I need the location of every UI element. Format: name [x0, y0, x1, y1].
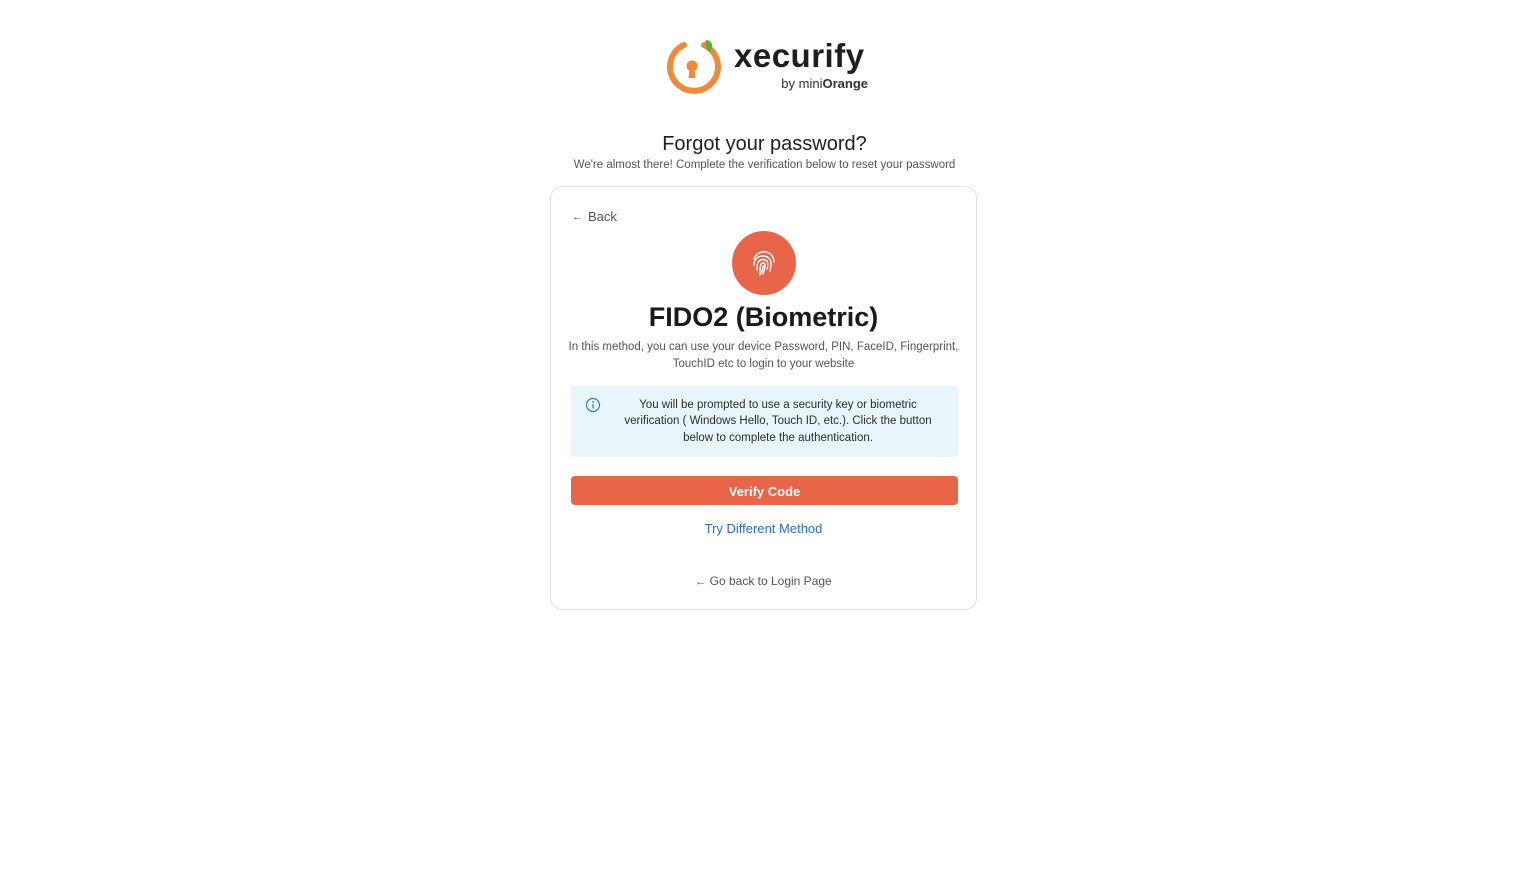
page-title: Forgot your password?	[662, 133, 867, 155]
page: xecurify by miniOrange Forgot your passw…	[0, 0, 1529, 871]
logo-by-text: by mini	[781, 76, 823, 91]
info-icon	[585, 397, 601, 413]
xecurify-logo: xecurify by miniOrange	[662, 34, 872, 98]
fingerprint-icon	[753, 251, 775, 276]
keyhole-logo-icon	[667, 40, 721, 94]
try-different-method-link[interactable]: Try Different Method	[551, 521, 976, 537]
back-label: Back	[588, 209, 617, 224]
arrow-left-icon: ←	[695, 576, 707, 588]
page-subtitle: We're almost there! Complete the verific…	[573, 159, 956, 171]
method-title: FIDO2 (Biometric)	[648, 302, 879, 332]
arrow-left-icon: ←	[572, 211, 583, 223]
go-back-login-link[interactable]: ← Go back to Login Page	[551, 573, 976, 590]
go-back-label: Go back to Login Page	[709, 574, 832, 588]
method-description: In this method, you can use your device …	[568, 341, 959, 370]
verify-code-button[interactable]: Verify Code	[571, 476, 958, 505]
fingerprint-badge	[732, 231, 796, 295]
logo-byline: by miniOrange	[781, 76, 868, 92]
verification-card: ← Back FIDO2 (Biometric) In this method,…	[550, 186, 977, 610]
logo-brand-text: Orange	[822, 76, 868, 91]
back-link[interactable]: ← Back	[572, 209, 617, 225]
info-text: You will be prompted to use a security k…	[624, 399, 932, 444]
info-box: You will be prompted to use a security k…	[571, 386, 958, 457]
logo-wordmark: xecurify	[734, 37, 865, 74]
